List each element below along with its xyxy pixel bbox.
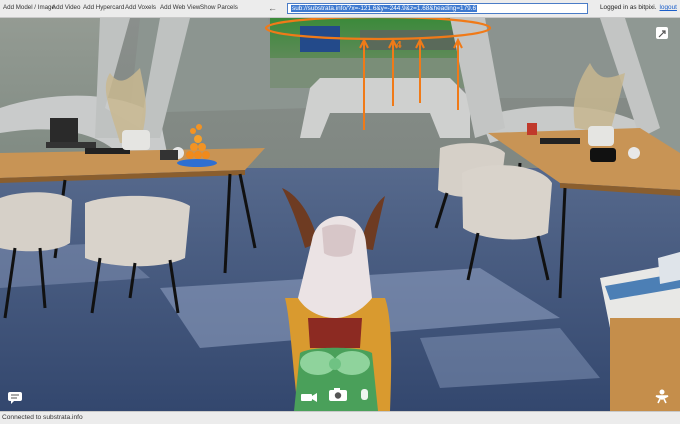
top-toolbar: Add Model / Image Add Video Add Hypercar… [0, 0, 680, 18]
add-voxels-button[interactable]: Add Voxels [125, 4, 156, 11]
gesture-icon[interactable] [360, 388, 370, 401]
annotation-marker-label: 4 [396, 40, 402, 51]
add-hypercard-button[interactable]: Add Hypercard [83, 4, 124, 11]
camera-move-icon[interactable] [300, 390, 318, 402]
logout-link[interactable]: logout [660, 4, 677, 11]
show-parcels-button[interactable]: Show Parcels [200, 4, 238, 11]
3d-viewport[interactable]: 4 [0, 18, 680, 411]
connection-status: Connected to substrata.info [2, 414, 83, 421]
scene-render [0, 18, 680, 411]
photo-camera-icon[interactable] [329, 388, 347, 401]
add-web-view-button[interactable]: Add Web View [160, 4, 200, 11]
add-video-button[interactable]: Add Video [52, 4, 80, 11]
login-user-text: Logged in as bitpixi. [600, 4, 657, 11]
chat-icon[interactable] [8, 391, 22, 404]
login-status: Logged in as bitpixi. logout [600, 4, 677, 11]
minimap-toggle-icon[interactable] [656, 27, 668, 39]
status-bar: Connected to substrata.info [0, 411, 680, 424]
url-field[interactable]: sub://substrata.info/?x=-121.6&y=-244.9&… [287, 3, 588, 14]
url-text: sub://substrata.info/?x=-121.6&y=-244.9&… [291, 5, 478, 12]
add-model-image-button[interactable]: Add Model / Image [3, 4, 55, 11]
back-arrow-icon[interactable]: ← [268, 3, 277, 13]
fly-icon[interactable] [654, 388, 670, 404]
